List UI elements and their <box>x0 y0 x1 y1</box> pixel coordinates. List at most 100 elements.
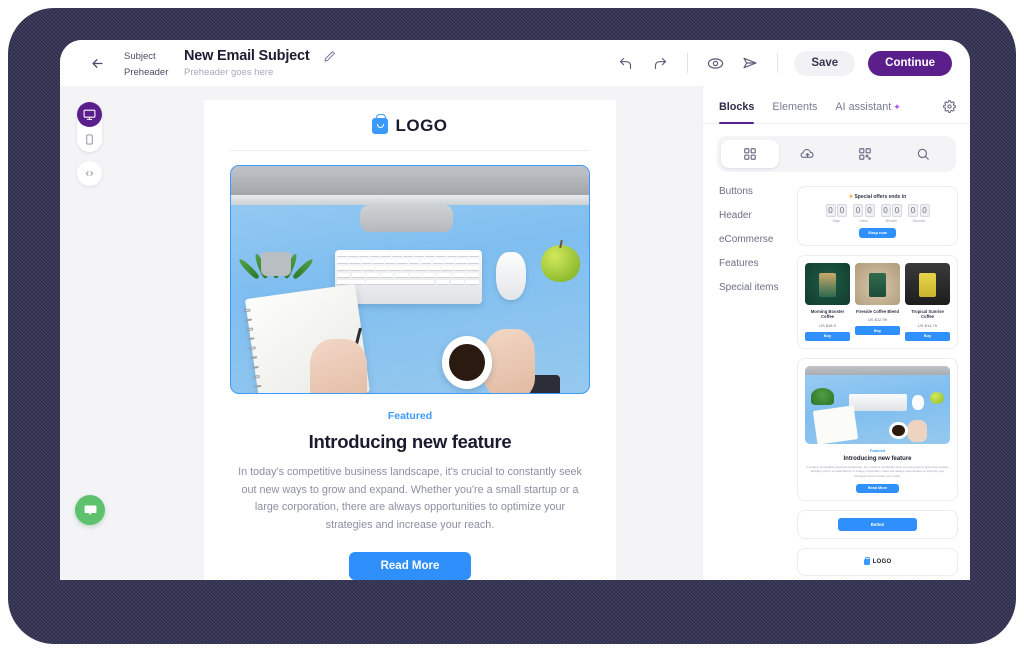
countdown-group: 00 Minutes <box>880 204 902 223</box>
read-more-button[interactable]: Read More <box>348 552 472 580</box>
back-arrow-icon[interactable] <box>86 52 108 74</box>
editor-body: LOGO Featured Introducing new feature In… <box>60 86 970 580</box>
divider <box>230 150 590 151</box>
shop-now-button[interactable]: Shop now <box>858 227 897 238</box>
feature-tag: Featured <box>869 448 886 453</box>
countdown-groups: 00 Days 00 Hours 00 Minutes 0 0 Seconds <box>805 204 950 223</box>
app-screen: Subject New Email Subject Preheader Preh… <box>60 40 970 580</box>
category-buttons[interactable]: Buttons <box>719 186 797 197</box>
countdown-digit: 0 <box>892 204 902 217</box>
countdown-digit: 0 <box>908 204 918 217</box>
chat-bubble-icon[interactable] <box>75 495 105 525</box>
code-view-button[interactable] <box>76 161 102 186</box>
countdown-digit: 0 <box>919 204 930 217</box>
category-header[interactable]: Header <box>719 210 797 221</box>
category-special-items[interactable]: Special items <box>719 282 797 293</box>
featured-tag: Featured <box>387 410 433 423</box>
subject-row: Subject New Email Subject <box>124 48 335 64</box>
product-item[interactable]: Fireside Coffee Blend US $12.99 Buy <box>855 262 900 341</box>
product-image <box>855 262 900 305</box>
subtab-cloud-upload[interactable] <box>779 140 837 168</box>
product-item[interactable]: Tropical Sunrise Coffee US $14.75 Buy <box>905 262 950 341</box>
left-rail <box>60 86 118 580</box>
product-image <box>905 262 950 305</box>
product-name: Morning Booster Coffee <box>810 308 845 320</box>
buy-button[interactable]: Buy <box>805 331 850 341</box>
block-list[interactable]: ✳ Special offers ends in 00 Days 00 Hour… <box>797 186 970 580</box>
countdown-group: 00 Seconds <box>908 204 930 223</box>
countdown-group: 00 Hours <box>853 204 875 223</box>
top-bar: Subject New Email Subject Preheader Preh… <box>60 40 970 86</box>
category-ecommerse[interactable]: eCommerse <box>719 234 797 245</box>
shopping-bag-icon <box>863 557 871 565</box>
keyboard-decor <box>334 249 482 305</box>
countdown-title: ✳ Special offers ends in <box>805 194 950 200</box>
undo-icon[interactable] <box>614 52 636 74</box>
countdown-digit: 0 <box>825 204 836 217</box>
shopping-bag-icon <box>372 114 389 134</box>
buy-button[interactable]: Buy <box>905 331 950 341</box>
preheader-row: Preheader Preheader goes here <box>124 67 335 78</box>
countdown-digit: 0 <box>880 204 891 217</box>
product-item[interactable]: Morning Booster Coffee US $18.9 Buy <box>805 262 850 341</box>
button-block-label[interactable]: Button <box>837 517 918 531</box>
subject-label: Subject <box>124 50 156 62</box>
feature-paragraph: In today's competitive business landscap… <box>806 464 949 479</box>
product-name: Fireside Coffee Blend <box>855 308 900 314</box>
feature-read-more-button[interactable]: Read More <box>855 483 900 493</box>
product-row: Morning Booster Coffee US $18.9 Buy Fire… <box>805 262 950 341</box>
block-card-button[interactable]: Button <box>797 509 958 539</box>
paper-plane-icon[interactable] <box>739 52 761 74</box>
top-bar-actions: Save Continue <box>614 50 952 76</box>
apple-decor <box>540 245 581 282</box>
email-heading[interactable]: Introducing new feature <box>309 431 512 453</box>
block-card-logo[interactable]: LOGO <box>797 547 958 576</box>
redo-icon[interactable] <box>649 52 671 74</box>
sparkle-icon: ✦ <box>893 101 901 112</box>
product-name: Tropical Sunrise Coffee <box>911 308 944 320</box>
email-logo[interactable]: LOGO <box>372 114 447 150</box>
star-icon: ✳ <box>848 194 854 200</box>
mouse-decor <box>495 252 527 300</box>
subtab-search[interactable] <box>894 140 952 168</box>
subject-block: Subject New Email Subject Preheader Preh… <box>124 48 335 78</box>
mobile-view-button[interactable] <box>77 127 102 152</box>
email-paragraph[interactable]: In today's competitive business landscap… <box>230 464 590 534</box>
eye-icon[interactable] <box>704 52 726 74</box>
block-card-feature[interactable]: Featured Introducing new feature In toda… <box>797 357 958 501</box>
view-mode-toggle <box>76 102 102 152</box>
right-panel: Blocks Elements AI assistant ✦ Buttons H… <box>702 86 970 580</box>
email-canvas: LOGO Featured Introducing new feature In… <box>118 86 702 580</box>
block-card-products[interactable]: Morning Booster Coffee US $18.9 Buy Fire… <box>797 254 958 349</box>
logo-block-label: LOGO <box>872 558 892 565</box>
hero-image[interactable] <box>230 164 590 395</box>
countdown-label: Minutes <box>885 218 897 223</box>
preheader-value[interactable]: Preheader goes here <box>184 67 273 78</box>
subtab-grid-blocks[interactable] <box>721 140 779 168</box>
block-card-countdown[interactable]: ✳ Special offers ends in 00 Days 00 Hour… <box>797 186 958 246</box>
countdown-group: 00 Days <box>825 204 847 223</box>
pencil-icon[interactable] <box>323 51 335 62</box>
divider <box>687 53 689 73</box>
save-button[interactable]: Save <box>794 50 856 76</box>
category-features[interactable]: Features <box>719 258 797 269</box>
hand-left-decor <box>309 338 368 394</box>
tab-blocks[interactable]: Blocks <box>719 101 755 124</box>
subject-value[interactable]: New Email Subject <box>184 48 310 64</box>
countdown-digit: 0 <box>864 204 875 217</box>
continue-button[interactable]: Continue <box>868 50 952 76</box>
buy-button[interactable]: Buy <box>855 326 900 336</box>
subtab-qr-blocks[interactable] <box>837 140 895 168</box>
countdown-label: Seconds <box>912 218 925 223</box>
panel-subtabs <box>717 136 956 172</box>
feature-preview-image <box>805 365 950 444</box>
tab-ai-assistant-label: AI assistant <box>835 100 892 113</box>
product-image <box>805 262 850 305</box>
desktop-view-button[interactable] <box>76 102 102 127</box>
countdown-label: Hours <box>859 218 868 223</box>
email-body[interactable]: LOGO Featured Introducing new feature In… <box>204 100 616 580</box>
tab-ai-assistant[interactable]: AI assistant ✦ <box>835 101 900 123</box>
gear-icon[interactable] <box>943 100 956 113</box>
panel-tabs: Blocks Elements AI assistant ✦ <box>703 86 970 124</box>
tab-elements[interactable]: Elements <box>772 101 817 123</box>
